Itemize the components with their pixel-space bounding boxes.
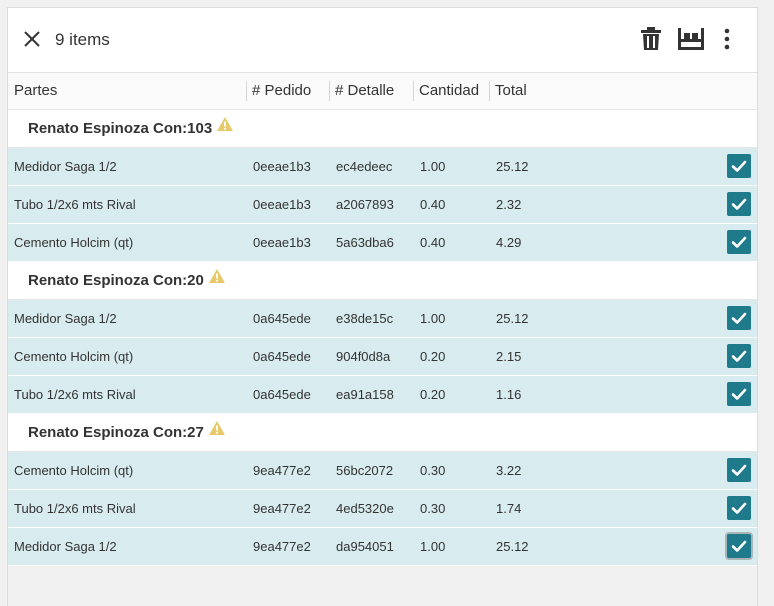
warning-icon: [216, 109, 234, 146]
row-checkbox[interactable]: [727, 306, 751, 330]
table-row[interactable]: Cemento Holcim (qt) 9ea477e2 56bc2072 0.30 3…: [8, 452, 757, 490]
table-row[interactable]: Cemento Holcim (qt) 0a645ede 904f0d8a 0.20 2…: [8, 338, 757, 376]
cell-detalle: a2067893: [336, 197, 394, 212]
row-checkbox[interactable]: [727, 192, 751, 216]
cell-pedido: 9ea477e2: [253, 501, 311, 516]
cell-total: 25.12: [496, 159, 529, 174]
cell-detalle: da954051: [336, 539, 394, 554]
warning-icon: [208, 413, 226, 450]
cell-pedido: 0eeae1b3: [253, 235, 311, 250]
row-checkbox[interactable]: [727, 382, 751, 406]
cell-cantidad: 1.00: [420, 539, 446, 554]
table-row[interactable]: Tubo 1/2x6 mts Rival 9ea477e2 4ed5320e 0.30…: [8, 490, 757, 528]
cell-detalle: 56bc2072: [336, 463, 394, 478]
more-vertical-icon[interactable]: [722, 26, 732, 52]
cell-total: 1.74: [496, 501, 522, 516]
cell-part: Cemento Holcim (qt): [14, 349, 134, 364]
column-header-detalle[interactable]: # Detalle: [335, 73, 394, 109]
selection-toolbar: 9 items: [8, 8, 757, 73]
cell-part: Medidor Saga 1/2: [14, 539, 117, 554]
group-title-text: Renato Espinoza Con:103: [28, 120, 213, 137]
cell-part: Cemento Holcim (qt): [14, 235, 134, 250]
cell-total: 2.32: [496, 197, 522, 212]
column-header-total[interactable]: Total: [495, 73, 527, 109]
row-checkbox[interactable]: [727, 344, 751, 368]
warning-icon: [208, 261, 226, 298]
cell-detalle: e38de15c: [336, 311, 394, 326]
cell-cantidad: 0.20: [420, 349, 446, 364]
table-header: Partes # Pedido # Detalle Cantidad Total: [8, 73, 757, 110]
cell-cantidad: 0.40: [420, 235, 446, 250]
column-header-pedido[interactable]: # Pedido: [252, 73, 311, 109]
cell-part: Cemento Holcim (qt): [14, 463, 134, 478]
row-checkbox[interactable]: [727, 230, 751, 254]
cell-pedido: 0eeae1b3: [253, 197, 311, 212]
cell-cantidad: 0.30: [420, 501, 446, 516]
row-checkbox[interactable]: [727, 458, 751, 482]
column-header-partes[interactable]: Partes: [14, 73, 57, 109]
cell-cantidad: 0.20: [420, 387, 446, 402]
table-row[interactable]: Tubo 1/2x6 mts Rival 0a645ede ea91a158 0.20…: [8, 376, 757, 414]
cell-cantidad: 1.00: [420, 311, 446, 326]
cell-pedido: 0a645ede: [253, 311, 311, 326]
cell-pedido: 0a645ede: [253, 387, 311, 402]
cell-total: 2.15: [496, 349, 522, 364]
cell-part: Tubo 1/2x6 mts Rival: [14, 387, 136, 402]
column-divider[interactable]: [413, 81, 414, 101]
row-checkbox[interactable]: [727, 154, 751, 178]
column-divider[interactable]: [329, 81, 330, 101]
group-header[interactable]: Renato Espinoza Con:27: [8, 414, 757, 452]
table-row[interactable]: Medidor Saga 1/2 0a645ede e38de15c 1.00 25.1…: [8, 300, 757, 338]
cell-detalle: 5a63dba6: [336, 235, 394, 250]
cell-total: 25.12: [496, 311, 529, 326]
bunk-layout-icon[interactable]: [676, 26, 706, 52]
column-divider[interactable]: [246, 81, 247, 101]
selection-panel: 9 items Partes # Pedido # Detalle Cantid…: [7, 7, 758, 606]
cell-total: 4.29: [496, 235, 522, 250]
cell-cantidad: 1.00: [420, 159, 446, 174]
table-row[interactable]: Medidor Saga 1/2 9ea477e2 da954051 1.00 25.1…: [8, 528, 757, 566]
column-divider[interactable]: [489, 81, 490, 101]
column-header-cantidad[interactable]: Cantidad: [419, 73, 479, 109]
cell-total: 3.22: [496, 463, 522, 478]
cell-total: 25.12: [496, 539, 529, 554]
row-checkbox[interactable]: [727, 534, 751, 558]
cell-total: 1.16: [496, 387, 522, 402]
cell-detalle: ec4edeec: [336, 159, 393, 174]
group-title: Renato Espinoza Con:27: [28, 414, 226, 452]
table-body: Renato Espinoza Con:103 Medidor Saga 1/2 0…: [8, 110, 757, 566]
cell-part: Tubo 1/2x6 mts Rival: [14, 197, 136, 212]
close-icon[interactable]: [22, 29, 42, 49]
cell-cantidad: 0.30: [420, 463, 446, 478]
group-header[interactable]: Renato Espinoza Con:20: [8, 262, 757, 300]
cell-pedido: 9ea477e2: [253, 463, 311, 478]
group-header[interactable]: Renato Espinoza Con:103: [8, 110, 757, 148]
group-title: Renato Espinoza Con:103: [28, 110, 234, 148]
cell-detalle: ea91a158: [336, 387, 394, 402]
group-title-text: Renato Espinoza Con:20: [28, 272, 204, 289]
selected-count: 9 items: [55, 30, 110, 49]
cell-part: Medidor Saga 1/2: [14, 159, 117, 174]
cell-pedido: 9ea477e2: [253, 539, 311, 554]
trash-icon[interactable]: [640, 26, 662, 52]
cell-part: Medidor Saga 1/2: [14, 311, 117, 326]
cell-pedido: 0a645ede: [253, 349, 311, 364]
table-row[interactable]: Medidor Saga 1/2 0eeae1b3 ec4edeec 1.00 25.1…: [8, 148, 757, 186]
table-row[interactable]: Cemento Holcim (qt) 0eeae1b3 5a63dba6 0.40 4…: [8, 224, 757, 262]
cell-part: Tubo 1/2x6 mts Rival: [14, 501, 136, 516]
group-title-text: Renato Espinoza Con:27: [28, 424, 204, 441]
table-row[interactable]: Tubo 1/2x6 mts Rival 0eeae1b3 a2067893 0.40…: [8, 186, 757, 224]
row-checkbox[interactable]: [727, 496, 751, 520]
group-title: Renato Espinoza Con:20: [28, 262, 226, 300]
cell-detalle: 904f0d8a: [336, 349, 391, 364]
cell-detalle: 4ed5320e: [336, 501, 394, 516]
cell-cantidad: 0.40: [420, 197, 446, 212]
cell-pedido: 0eeae1b3: [253, 159, 311, 174]
